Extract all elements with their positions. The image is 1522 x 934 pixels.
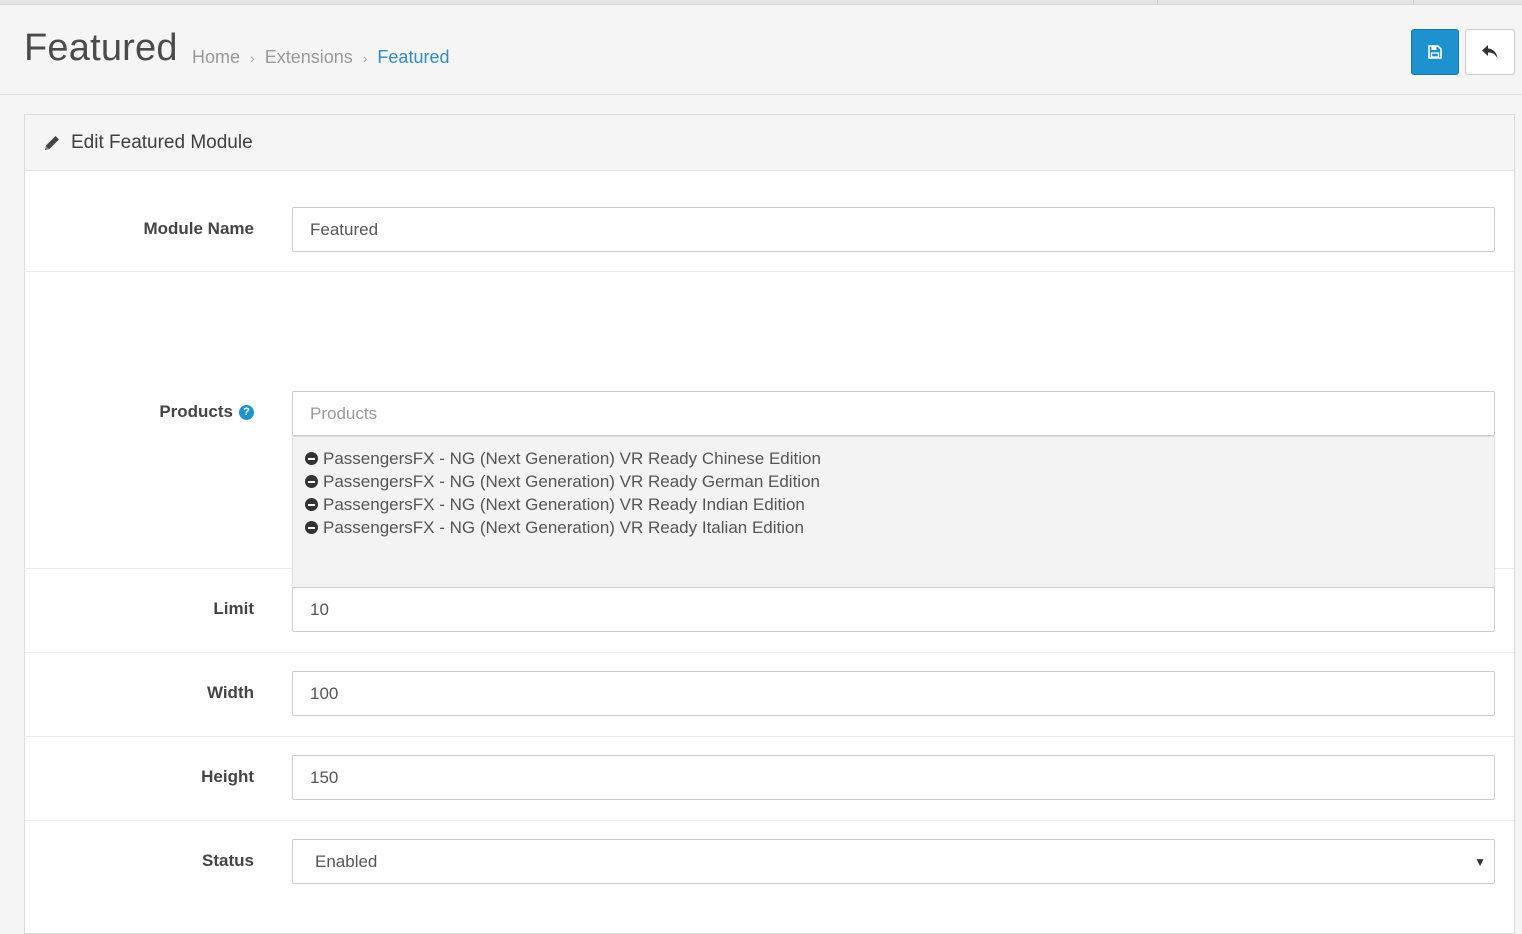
list-item: PassengersFX - NG (Next Generation) VR R… [305,493,1482,516]
reply-arrow-icon [1482,45,1498,59]
width-row: Width [25,653,1514,737]
limit-row: Limit [25,569,1514,653]
chevron-down-icon: ▼ [1474,854,1486,869]
products-autocomplete-input[interactable] [292,391,1495,436]
product-name: PassengersFX - NG (Next Generation) VR R… [323,448,821,468]
breadcrumb: Home › Extensions › Featured [192,47,449,68]
list-item: PassengersFX - NG (Next Generation) VR R… [305,447,1482,470]
list-item: PassengersFX - NG (Next Generation) VR R… [305,516,1482,539]
product-name: PassengersFX - NG (Next Generation) VR R… [323,494,805,514]
pencil-icon [45,135,59,150]
remove-minus-icon[interactable] [305,521,318,534]
products-label-text: Products [159,402,233,421]
height-row: Height [25,737,1514,821]
top-bar-divider [1413,0,1414,4]
question-circle-icon[interactable]: ? [239,404,254,420]
product-name: PassengersFX - NG (Next Generation) VR R… [323,471,820,491]
width-input[interactable] [292,671,1495,716]
module-name-label: Module Name [143,219,254,238]
status-selected-value: Enabled [315,851,378,871]
products-label: Products ? [159,402,254,422]
panel-heading: Edit Featured Module [25,115,1514,171]
products-row: Products ? PassengersFX - NG (Next Gener… [25,272,1514,623]
breadcrumb-separator: › [250,49,255,66]
height-label: Height [201,767,254,786]
breadcrumb-extensions[interactable]: Extensions [265,47,353,68]
status-select[interactable]: Enabled ▼ [292,839,1495,884]
remove-minus-icon[interactable] [305,452,318,465]
breadcrumb-home[interactable]: Home [192,47,240,68]
remove-minus-icon[interactable] [305,498,318,511]
module-name-row: Module Name [25,171,1514,272]
limit-label: Limit [213,599,254,618]
product-name: PassengersFX - NG (Next Generation) VR R… [323,517,804,537]
top-bar-divider [1157,0,1158,4]
edit-module-panel: Edit Featured Module Module Name Product… [24,114,1515,934]
module-name-input[interactable] [292,207,1495,252]
page-title: Featured [24,27,178,69]
breadcrumb-featured[interactable]: Featured [377,47,449,68]
status-label: Status [202,851,254,870]
limit-input[interactable] [292,587,1495,632]
width-label: Width [206,683,254,702]
breadcrumb-separator: › [362,49,368,66]
back-button[interactable] [1465,29,1515,75]
save-button[interactable] [1411,29,1459,75]
status-row: Status Enabled ▼ [25,821,1514,921]
page-header: Featured Home › Extensions › Featured [0,5,1522,95]
remove-minus-icon[interactable] [305,475,318,488]
panel-title: Edit Featured Module [71,131,253,153]
list-item: PassengersFX - NG (Next Generation) VR R… [305,470,1482,493]
floppy-disk-icon [1428,45,1442,59]
height-input[interactable] [292,755,1495,800]
